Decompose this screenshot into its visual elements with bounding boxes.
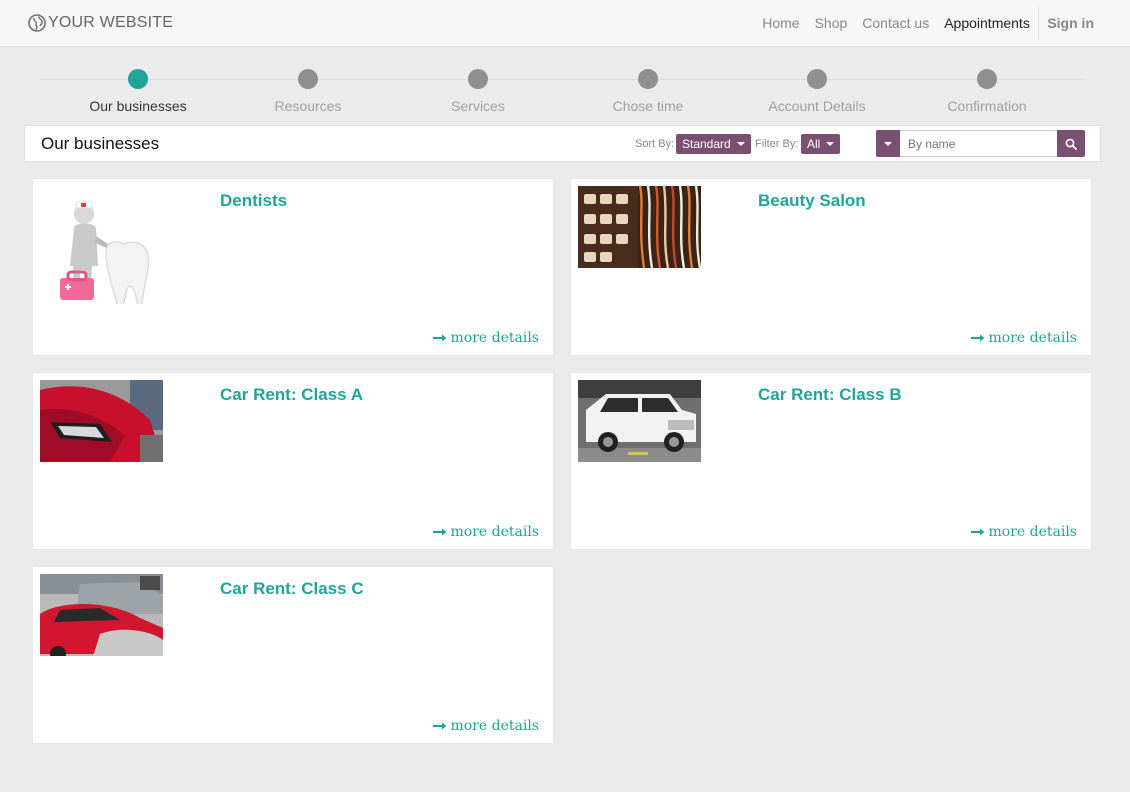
list-toolbar: Our businesses Sort By: Standard Filter … bbox=[24, 125, 1101, 162]
business-card-beauty-salon[interactable]: Beauty Salon more details bbox=[570, 178, 1092, 356]
step-dot bbox=[977, 69, 997, 89]
sign-in-link[interactable]: Sign in bbox=[1039, 0, 1130, 46]
site-logo[interactable]: YOUR WEBSITE bbox=[28, 12, 173, 34]
step-dot bbox=[128, 69, 148, 89]
arrow-right-icon bbox=[970, 528, 984, 536]
nav-home[interactable]: Home bbox=[755, 0, 807, 46]
nav-appointments[interactable]: Appointments bbox=[937, 0, 1038, 46]
step-label: Account Details bbox=[768, 98, 866, 114]
arrow-right-icon bbox=[432, 334, 446, 342]
step-label: Our businesses bbox=[89, 98, 187, 114]
more-details-link[interactable]: more details bbox=[432, 524, 539, 540]
nav-shop[interactable]: Shop bbox=[807, 0, 855, 46]
step-account-details[interactable]: Account Details bbox=[732, 69, 902, 114]
step-resources[interactable]: Resources bbox=[223, 69, 393, 114]
filter-label: Filter By: bbox=[755, 138, 799, 150]
business-card-car-rent-class-a[interactable]: Car Rent: Class A more details bbox=[32, 372, 554, 550]
filter-value: All bbox=[807, 137, 821, 151]
business-name[interactable]: Car Rent: Class B bbox=[758, 385, 902, 405]
business-image[interactable] bbox=[578, 380, 701, 462]
nav-contact-us[interactable]: Contact us bbox=[855, 0, 937, 46]
business-name[interactable]: Beauty Salon bbox=[758, 191, 866, 211]
step-label: Resources bbox=[274, 98, 342, 114]
step-label: Chose time bbox=[612, 98, 684, 114]
more-details-link[interactable]: more details bbox=[432, 330, 539, 346]
caret-down-icon bbox=[826, 142, 835, 146]
business-image[interactable] bbox=[578, 186, 701, 268]
business-image[interactable] bbox=[40, 380, 163, 462]
more-details-link[interactable]: more details bbox=[432, 718, 539, 734]
more-details-link[interactable]: more details bbox=[970, 330, 1077, 346]
top-navbar: YOUR WEBSITE Home Shop Contact us Appoin… bbox=[0, 0, 1130, 47]
caret-down-icon bbox=[736, 142, 745, 146]
filter-dropdown[interactable]: All bbox=[801, 134, 841, 154]
logo-text: YOUR WEBSITE bbox=[48, 14, 174, 31]
business-image[interactable] bbox=[40, 574, 163, 656]
step-our-businesses[interactable]: Our businesses bbox=[53, 69, 223, 114]
booking-progress: Our businesses Resources Services Chose … bbox=[40, 64, 1086, 120]
step-chose-time[interactable]: Chose time bbox=[563, 69, 733, 114]
business-image[interactable] bbox=[40, 186, 163, 304]
more-details-link[interactable]: more details bbox=[970, 524, 1077, 540]
business-name[interactable]: Car Rent: Class C bbox=[220, 579, 364, 599]
search-input[interactable] bbox=[900, 130, 1057, 157]
business-card-dentists[interactable]: Dentists more details bbox=[32, 178, 554, 356]
business-card-car-rent-class-b[interactable]: Car Rent: Class B more details bbox=[570, 372, 1092, 550]
step-dot bbox=[468, 69, 488, 89]
globe-icon bbox=[28, 14, 46, 32]
sort-dropdown[interactable]: Standard bbox=[676, 134, 751, 154]
arrow-right-icon bbox=[432, 528, 446, 536]
search-icon bbox=[1065, 138, 1077, 150]
sort-label: Sort By: bbox=[635, 138, 675, 150]
search-options-button[interactable] bbox=[876, 130, 900, 157]
step-dot bbox=[298, 69, 318, 89]
arrow-right-icon bbox=[432, 722, 446, 730]
search-button[interactable] bbox=[1057, 130, 1085, 157]
page-title: Our businesses bbox=[41, 134, 160, 153]
arrow-right-icon bbox=[970, 334, 984, 342]
business-name[interactable]: Dentists bbox=[220, 191, 287, 211]
caret-down-icon bbox=[884, 141, 892, 146]
step-services[interactable]: Services bbox=[393, 69, 563, 114]
step-dot bbox=[807, 69, 827, 89]
step-label: Confirmation bbox=[947, 98, 1027, 114]
main-nav: Home Shop Contact us Appointments Sign i… bbox=[755, 0, 1130, 46]
business-card-car-rent-class-c[interactable]: Car Rent: Class C more details bbox=[32, 566, 554, 744]
step-dot bbox=[638, 69, 658, 89]
step-label: Services bbox=[451, 98, 505, 114]
business-name[interactable]: Car Rent: Class A bbox=[220, 385, 363, 405]
step-confirmation[interactable]: Confirmation bbox=[902, 69, 1072, 114]
search-group bbox=[876, 130, 1085, 157]
sort-value: Standard bbox=[682, 137, 731, 151]
